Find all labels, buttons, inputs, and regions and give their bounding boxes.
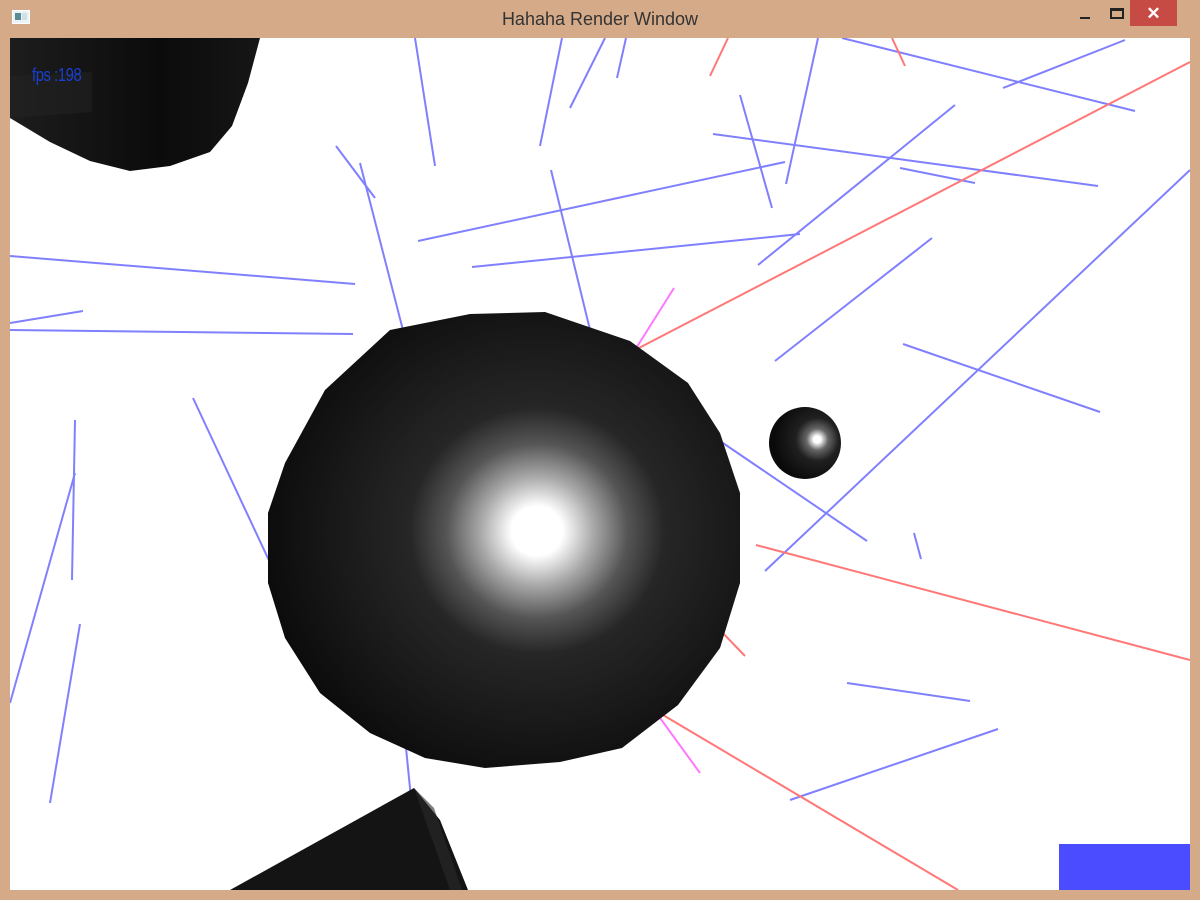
fps-counter: fps :198 [32,65,82,85]
large-sphere[interactable] [268,312,740,768]
magenta-line [654,710,701,774]
blue-line [841,38,1136,112]
blue-line [192,397,274,570]
blue-line [739,94,773,209]
render-window: Hahaha Render Window ✕ fps:198 [0,0,1200,900]
blue-line [10,310,84,324]
blue-line [10,472,76,704]
blue-line [846,682,971,702]
blue-line [1002,39,1126,89]
maximize-icon [1110,7,1124,19]
blue-line [414,38,436,167]
red-line [657,711,959,890]
render-viewport[interactable]: fps :198 [10,38,1190,890]
blue-line [10,329,354,335]
title-bar[interactable]: Hahaha Render Window ✕ [0,0,1200,38]
blue-line [359,162,406,339]
scene-canvas [10,38,1190,890]
red-line [709,38,729,77]
blue-line [757,104,956,266]
minimize-icon [1080,17,1090,19]
blue-line [71,419,76,581]
red-line [891,38,906,67]
red-line [634,61,1190,351]
blue-line [785,38,819,185]
blue-line [712,133,1099,187]
blue-line [335,145,376,199]
blue-line [471,233,801,268]
small-sphere[interactable] [769,407,841,479]
color-swatch [1059,844,1190,890]
blue-line [774,237,933,362]
blue-line [899,167,976,184]
blue-line [789,728,999,801]
maximize-button[interactable] [1102,0,1132,26]
blue-line [539,38,563,147]
close-button[interactable]: ✕ [1130,0,1177,26]
blue-line [550,169,593,339]
close-icon: ✕ [1146,3,1161,23]
blue-line [616,38,627,79]
blue-line [417,161,786,242]
minimize-button[interactable] [1068,0,1102,26]
blue-line [913,532,922,560]
blue-line [10,255,356,285]
blue-line [902,343,1101,413]
blue-line [49,623,81,804]
blue-line [569,38,606,109]
red-line [755,544,1190,661]
window-title: Hahaha Render Window [501,9,699,29]
